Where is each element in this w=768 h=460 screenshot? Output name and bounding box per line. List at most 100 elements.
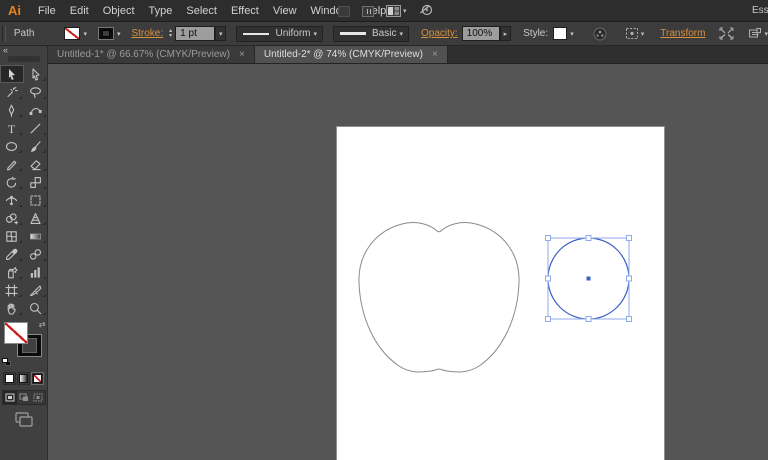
blend-tool[interactable] [24, 245, 48, 263]
stroke-panel-link[interactable]: Stroke: [131, 28, 163, 39]
menu-item-edit[interactable]: Edit [63, 0, 96, 21]
gradient-tool[interactable] [24, 227, 48, 245]
width-tool[interactable] [0, 191, 24, 209]
zoom-tool-icon [29, 302, 42, 314]
device-preview-icon[interactable] [362, 5, 374, 17]
opacity-panel-link[interactable]: Opacity: [421, 28, 458, 39]
selection-handle[interactable] [626, 316, 632, 322]
menu-item-file[interactable]: File [31, 0, 63, 21]
draw-normal-mode[interactable] [2, 391, 17, 404]
shape-builder-tool[interactable] [0, 209, 24, 227]
hand-tool[interactable] [0, 299, 24, 317]
menu-item-select[interactable]: Select [179, 0, 224, 21]
ai-logo: Ai [8, 3, 21, 18]
brush-definition-dropdown[interactable]: Basic ▾ [333, 25, 409, 42]
fill-none-swatch [64, 27, 81, 40]
document-tab-bar: Untitled-1* @ 66.67% (CMYK/Preview) × Un… [48, 46, 768, 64]
draw-behind-mode[interactable] [17, 391, 31, 404]
draw-inside-mode[interactable] [31, 391, 45, 404]
column-graph-tool[interactable] [24, 263, 48, 281]
align-icon[interactable] [719, 27, 734, 40]
chevron-down-icon: ▾ [403, 8, 407, 15]
fill-swatch[interactable] [3, 322, 28, 344]
perspective-grid-tool[interactable] [24, 209, 48, 227]
paintbrush-tool[interactable] [24, 137, 48, 155]
lasso-tool-icon [30, 86, 41, 98]
tab-untitled-2[interactable]: Untitled-2* @ 74% (CMYK/Preview) × [254, 46, 448, 63]
stroke-weight-dropdown[interactable]: ▾ [214, 26, 227, 41]
bridge-icon[interactable] [338, 5, 350, 17]
ellipse-tool[interactable] [0, 137, 24, 155]
menu-item-type[interactable]: Type [142, 0, 180, 21]
tab-untitled-1[interactable]: Untitled-1* @ 66.67% (CMYK/Preview) × [48, 46, 255, 63]
none-button[interactable] [31, 372, 44, 385]
selection-handle[interactable] [585, 235, 592, 241]
menu-item-view[interactable]: View [266, 0, 304, 21]
default-fill-stroke-icon[interactable] [1, 358, 11, 366]
curvature-tool[interactable] [24, 101, 48, 119]
arrange-documents-button[interactable]: ▾ [386, 5, 407, 17]
opacity-input[interactable]: 100% [461, 26, 500, 41]
arrange-documents-icon [386, 5, 401, 17]
selection-handle[interactable] [626, 275, 632, 282]
rotate-tool[interactable] [0, 173, 24, 191]
fill-color-dropdown[interactable]: ▾ [64, 27, 90, 40]
menu-item-effect[interactable]: Effect [224, 0, 266, 21]
workspace-switcher[interactable]: Essentials [752, 0, 768, 22]
eyedropper-tool[interactable] [0, 245, 24, 263]
transform-panel-link[interactable]: Transform [660, 28, 705, 39]
line-segment-tool[interactable] [24, 119, 48, 137]
options-dropdown[interactable]: ▾ [748, 27, 768, 40]
pen-tool[interactable] [0, 101, 24, 119]
control-bar-grip[interactable] [2, 25, 6, 42]
eyedropper-tool-icon [5, 248, 18, 260]
scale-tool[interactable] [24, 173, 48, 191]
pencil-tool[interactable] [0, 155, 24, 173]
selection-center-point[interactable] [586, 276, 591, 281]
direct-selection-tool[interactable] [24, 65, 48, 83]
gpu-performance-icon[interactable] [419, 3, 433, 19]
gradient-button[interactable] [17, 372, 30, 385]
mesh-tool[interactable] [0, 227, 24, 245]
collapse-panel-button[interactable]: « [0, 46, 47, 55]
eraser-tool[interactable] [24, 155, 48, 173]
selection-handle[interactable] [626, 235, 632, 241]
chevron-down-icon: ▾ [764, 30, 768, 38]
selection-tool[interactable] [0, 65, 24, 83]
stroke-weight-input[interactable]: 1 pt [175, 26, 215, 41]
slice-tool[interactable] [24, 281, 48, 299]
free-transform-tool[interactable] [24, 191, 48, 209]
lasso-tool[interactable] [24, 83, 48, 101]
mesh-tool-icon [6, 230, 17, 242]
color-button[interactable] [3, 372, 16, 385]
tools-panel-grip[interactable] [7, 56, 40, 62]
type-tool[interactable]: T [0, 119, 24, 137]
width-profile-value: Uniform [275, 28, 311, 39]
width-tool-icon [5, 195, 18, 205]
swap-fill-stroke-icon[interactable]: ⇄ [39, 320, 46, 329]
chevron-down-icon: ▾ [399, 30, 403, 38]
recolor-artwork-icon[interactable] [593, 27, 607, 41]
stroke-color-dropdown[interactable]: ▾ [97, 27, 124, 40]
canvas-pasteboard[interactable] [48, 64, 768, 460]
symbol-sprayer-tool[interactable] [0, 263, 24, 281]
select-similar-dropdown[interactable]: ▾ [625, 27, 644, 40]
change-screen-mode-button[interactable] [14, 412, 33, 430]
magic-wand-tool[interactable] [0, 83, 24, 101]
selection-handle[interactable] [545, 235, 551, 241]
apple-outline-path[interactable] [358, 222, 520, 373]
artboard-tool[interactable] [0, 281, 24, 299]
selection-handle[interactable] [585, 316, 592, 322]
artboard[interactable] [337, 127, 664, 460]
selection-handle[interactable] [545, 275, 551, 282]
opacity-dropdown[interactable]: ▸ [499, 26, 512, 41]
style-dropdown[interactable]: ▾ [567, 28, 577, 40]
close-tab-icon[interactable]: × [432, 49, 438, 60]
style-swatch[interactable] [553, 27, 568, 40]
stroke-weight-stepper[interactable]: ▴ ▾ [169, 28, 172, 39]
width-profile-dropdown[interactable]: Uniform ▾ [236, 25, 324, 42]
close-tab-icon[interactable]: × [239, 49, 245, 60]
selection-handle[interactable] [545, 316, 551, 322]
menu-item-object[interactable]: Object [96, 0, 142, 21]
zoom-tool[interactable] [24, 299, 48, 317]
